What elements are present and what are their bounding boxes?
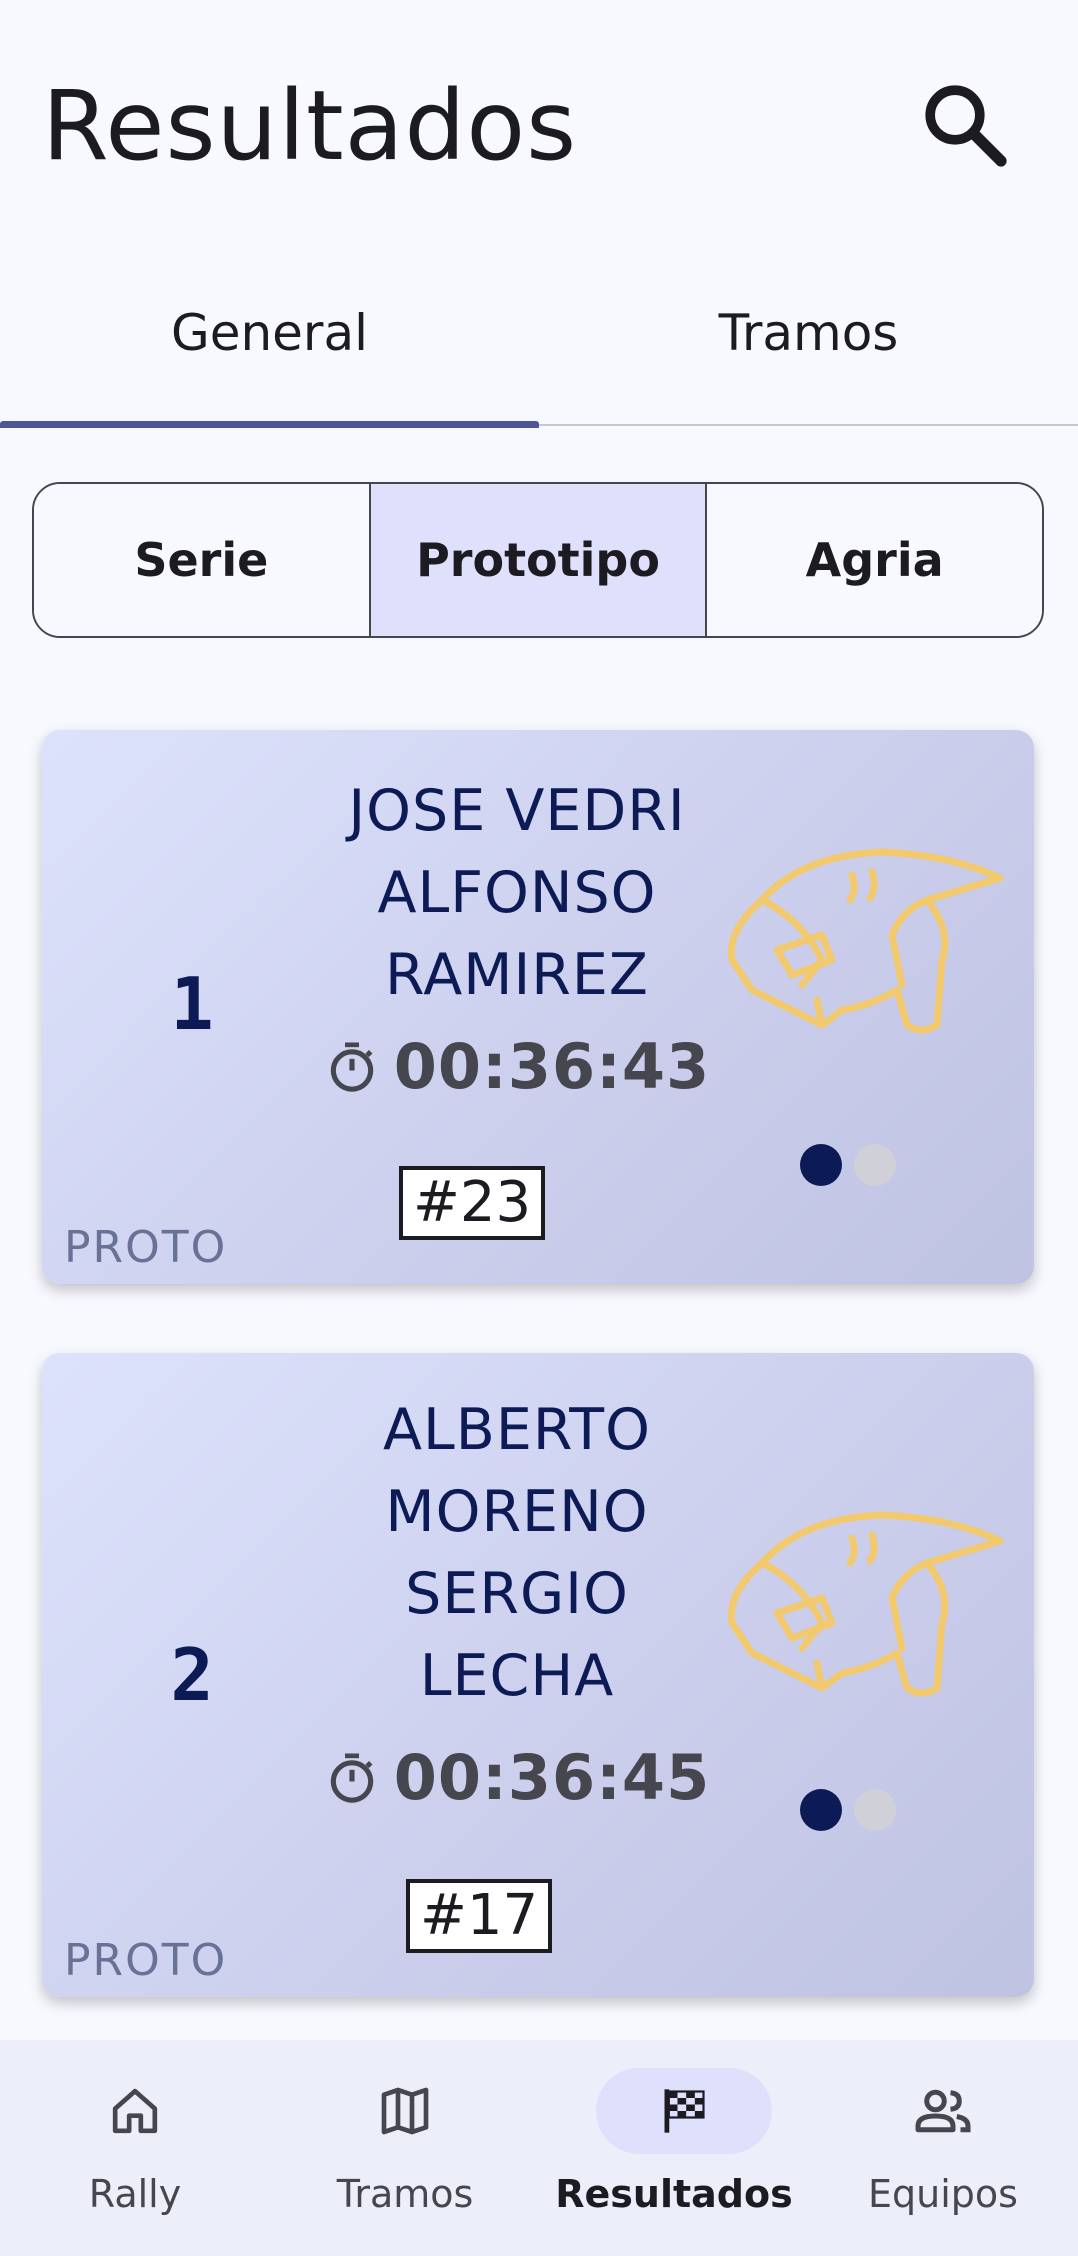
nav-item-tramos[interactable]: Tramos <box>270 2040 540 2256</box>
crew-name-line: MORENO <box>385 1479 649 1545</box>
crew-name-line: RAMIREZ <box>385 942 649 1008</box>
helmet-icon <box>727 1511 1004 1697</box>
tab-tramos[interactable]: Tramos <box>539 240 1078 426</box>
nav-label-tramos: Tramos <box>336 2172 474 2216</box>
tab-general[interactable]: General <box>0 240 539 428</box>
crew-name-line: ALFONSO <box>377 860 657 926</box>
tab-general-label: General <box>170 304 369 362</box>
nav-label-equipos: Equipos <box>868 2172 1018 2216</box>
nav-icon-container <box>77 2068 193 2154</box>
crew-names: JOSE VEDRI ALFONSO RAMIREZ <box>252 770 782 1016</box>
map-icon <box>381 2087 429 2135</box>
top-app-bar: Resultados <box>0 0 1078 240</box>
nav-item-rally[interactable]: Rally <box>0 2040 270 2256</box>
total-time: 00:36:45 <box>393 1741 711 1814</box>
nav-icon-container <box>347 2068 463 2154</box>
results-tabs: General Tramos <box>0 240 1078 428</box>
page-dot-active <box>800 1144 842 1186</box>
nav-item-resultados[interactable]: Resultados <box>539 2040 809 2256</box>
category-label: PROTO <box>64 1935 228 1986</box>
crew-names: ALBERTO MORENO SERGIO LECHA <box>252 1389 782 1717</box>
card-page-indicator <box>800 1144 896 1186</box>
bib-number: #17 <box>406 1879 553 1953</box>
total-time: 00:36:43 <box>393 1030 711 1103</box>
page-dot <box>854 1144 896 1186</box>
tab-tramos-label: Tramos <box>718 304 899 362</box>
timer-icon <box>330 1753 374 1803</box>
position-number: 2 <box>170 1633 214 1717</box>
category-label: PROTO <box>64 1222 228 1273</box>
card-page-indicator <box>800 1789 896 1831</box>
timer-icon <box>330 1042 374 1092</box>
nav-label-rally: Rally <box>88 2172 182 2216</box>
time-row: 00:36:43 <box>252 1030 782 1103</box>
crew-name-line: LECHA <box>419 1643 615 1709</box>
segment-agria[interactable]: Agria <box>707 484 1042 636</box>
result-card[interactable]: 1 JOSE VEDRI ALFONSO RAMIREZ 00:36:43 #2… <box>42 730 1034 1284</box>
crew-name-line: ALBERTO <box>382 1397 651 1463</box>
nav-label-resultados: Resultados <box>555 2172 793 2216</box>
crew-name-line: JOSE VEDRI <box>348 778 686 844</box>
result-card[interactable]: 2 ALBERTO MORENO SERGIO LECHA 00:36:45 #… <box>42 1353 1034 1997</box>
bib-number: #23 <box>399 1166 546 1240</box>
segment-serie[interactable]: Serie <box>34 484 371 636</box>
search-icon <box>925 85 1007 167</box>
home-icon <box>112 2088 158 2134</box>
people-icon <box>915 2089 971 2133</box>
time-row: 00:36:45 <box>252 1741 782 1814</box>
category-segmented-button: Serie Prototipo Agria <box>32 482 1044 638</box>
crew-name-line: SERGIO <box>405 1561 629 1627</box>
helmet-icon <box>727 848 1004 1034</box>
nav-item-equipos[interactable]: Equipos <box>808 2040 1078 2256</box>
page-title: Resultados <box>42 70 578 182</box>
checkered-flag-icon <box>664 2089 705 2133</box>
position-number: 1 <box>170 962 214 1046</box>
tab-active-indicator <box>0 421 539 428</box>
search-button[interactable] <box>910 70 1020 180</box>
nav-icon-container <box>885 2068 1001 2154</box>
bottom-navigation-bar: Rally Tramos Resultados Equipos <box>0 2040 1078 2256</box>
page-dot <box>854 1789 896 1831</box>
nav-icon-container-active <box>596 2068 772 2154</box>
segment-prototipo[interactable]: Prototipo <box>370 484 708 636</box>
page-dot-active <box>800 1789 842 1831</box>
